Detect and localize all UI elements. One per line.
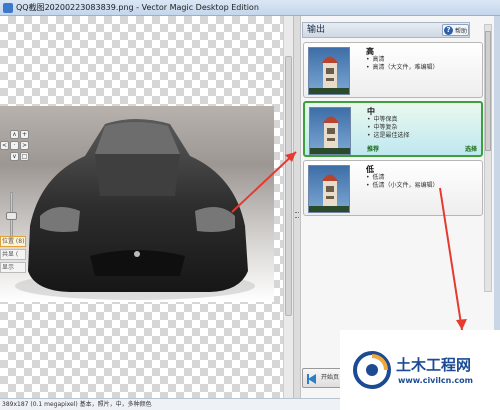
option-bullet: 中等保真 xyxy=(367,116,410,124)
car-illustration xyxy=(15,119,255,300)
option-bullet: 低清（小文件，易编辑） xyxy=(366,182,439,190)
watermark-url: www.civilcn.com xyxy=(398,376,473,385)
option-bullet: 高清（大文件，难编辑） xyxy=(366,64,439,72)
option-bullet: 低清 xyxy=(366,174,439,182)
zoom-fit-button[interactable]: □ xyxy=(20,152,29,161)
pan-center-button[interactable]: · xyxy=(10,141,19,150)
thumbnail-tower-image xyxy=(308,47,350,95)
window-titlebar: QQ截图20200223083839.png - Vector Magic De… xyxy=(0,0,500,16)
option-card-medium[interactable]: 中 中等保真 中等复杂 这是最佳选择 推荐 选择 xyxy=(303,101,483,157)
side-button-1[interactable]: 位置 (8) xyxy=(0,236,26,247)
app-icon xyxy=(3,2,13,13)
select-link[interactable]: 选择 xyxy=(465,144,477,153)
splitter-grip-icon xyxy=(295,212,299,218)
recommended-label: 推荐 xyxy=(367,146,380,153)
option-bullets: 低清 低清（小文件，易编辑） xyxy=(366,174,439,190)
help-label: 帮助 xyxy=(455,27,468,35)
option-bullet: 这是最佳选择 xyxy=(367,132,410,140)
window-title: QQ截图20200223083839.png - Vector Magic De… xyxy=(16,3,259,12)
pan-up-button[interactable]: ∧ xyxy=(10,130,19,139)
zoom-in-button[interactable]: + xyxy=(20,130,29,139)
help-icon: ? xyxy=(444,25,453,35)
car-photo xyxy=(0,106,274,302)
output-scrollbar-thumb[interactable] xyxy=(485,31,491,151)
zoom-slider-knob[interactable] xyxy=(6,212,17,220)
pan-right-button[interactable]: > xyxy=(20,141,29,150)
thumbnail-tower-image xyxy=(309,107,351,155)
thumbnail-tower-image xyxy=(308,165,350,213)
canvas-scrollbar[interactable] xyxy=(283,16,293,398)
image-canvas[interactable]: ∧ + < · > ∨ □ 位置 (8) 共显 ( 显示 xyxy=(0,16,292,398)
side-button-2[interactable]: 共显 ( xyxy=(0,249,26,260)
watermark-logo-icon xyxy=(353,351,391,389)
back-arrow-icon xyxy=(308,374,316,384)
help-button[interactable]: ? 帮助 xyxy=(442,24,469,36)
output-pane-scrollbar[interactable] xyxy=(484,24,492,292)
option-bullet: 高清 xyxy=(366,56,439,64)
side-button-3[interactable]: 显示 xyxy=(0,262,26,273)
pan-left-button[interactable]: < xyxy=(0,141,9,150)
scrollbar-thumb[interactable] xyxy=(285,56,292,316)
pan-down-button[interactable]: ∨ xyxy=(10,152,19,161)
option-bullet: 中等复杂 xyxy=(367,124,410,132)
start-over-label: 开始页 xyxy=(321,374,340,381)
option-card-high[interactable]: 高 高清 高清（大文件，难编辑） xyxy=(303,42,483,98)
watermark-text: 土木工程网 xyxy=(396,356,472,374)
option-bullets: 高清 高清（大文件，难编辑） xyxy=(366,56,439,72)
option-card-low[interactable]: 低 低清 低清（小文件，易编辑） xyxy=(303,160,483,216)
pane-splitter[interactable] xyxy=(293,16,300,398)
option-bullets: 中等保真 中等复杂 这是最佳选择 xyxy=(367,116,410,140)
